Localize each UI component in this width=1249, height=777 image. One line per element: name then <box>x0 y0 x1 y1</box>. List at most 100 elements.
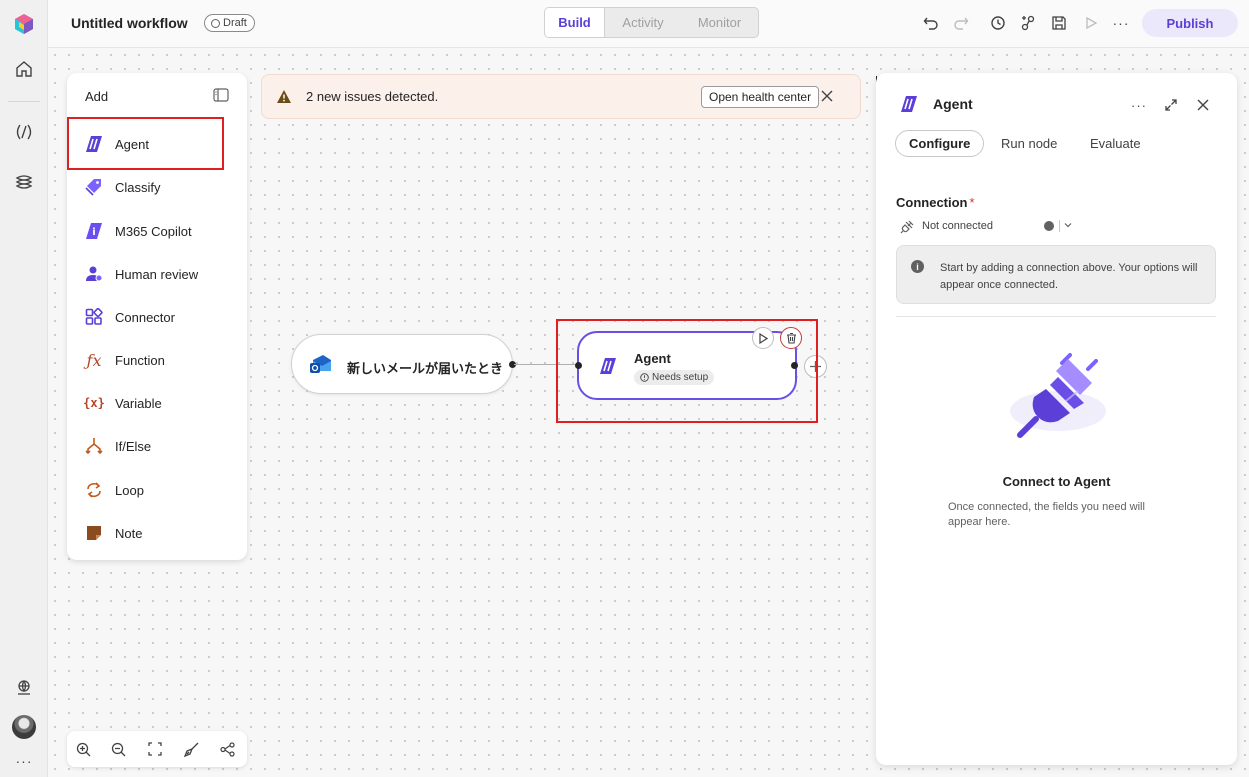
required-asterisk: * <box>969 195 975 210</box>
agent-output-port[interactable] <box>791 362 798 369</box>
add-item-if-else[interactable]: If/Else <box>85 431 235 461</box>
left-rail: ··· <box>0 0 48 777</box>
add-item-label: Classify <box>115 179 161 195</box>
more-icon[interactable]: ··· <box>1110 12 1132 34</box>
tab-run-node[interactable]: Run node <box>1001 130 1057 157</box>
loop-icon <box>85 481 103 499</box>
tab-monitor[interactable]: Monitor <box>681 8 758 37</box>
connections-icon[interactable] <box>1017 12 1039 34</box>
agent-icon <box>599 358 617 377</box>
add-item-label: Function <box>115 352 165 368</box>
plug-illustration-icon <box>1000 351 1110 454</box>
add-panel: Add Agent Classify i M365 Copilot Human … <box>67 73 247 560</box>
add-item-label: Connector <box>115 309 175 325</box>
add-item-label: If/Else <box>115 438 152 454</box>
empty-state-title: Connect to Agent <box>1002 474 1111 489</box>
add-item-label: Variable <box>115 395 162 411</box>
save-icon[interactable] <box>1048 12 1070 34</box>
home-icon[interactable] <box>8 53 40 85</box>
chevron-down-icon[interactable] <box>1063 218 1073 233</box>
zoom-out-icon[interactable] <box>109 740 127 758</box>
add-item-label: Human review <box>115 266 199 282</box>
avatar[interactable] <box>8 711 40 743</box>
add-item-label: Agent <box>115 136 149 152</box>
trigger-node-label: 新しいメールが届いたとき <box>347 361 504 376</box>
add-item-note[interactable]: Note <box>85 518 235 548</box>
close-icon[interactable] <box>820 89 834 106</box>
publish-button[interactable]: Publish <box>1142 9 1238 37</box>
info-icon: i <box>911 260 924 273</box>
layout-nodes-icon[interactable] <box>218 740 236 758</box>
add-item-connector[interactable]: Connector <box>85 302 235 332</box>
delete-node-icon[interactable] <box>780 327 802 349</box>
collapse-panel-icon[interactable] <box>213 88 229 105</box>
open-health-center-button[interactable]: Open health center <box>701 86 820 108</box>
draft-circle-icon <box>211 18 220 28</box>
workflow-title[interactable]: Untitled workflow <box>71 15 188 31</box>
app-logo-icon[interactable] <box>8 8 40 40</box>
tab-build[interactable]: Build <box>545 8 605 37</box>
agents-icon[interactable] <box>8 116 40 148</box>
empty-state-description: Once connected, the fields you need will… <box>948 501 1145 528</box>
tab-configure[interactable]: Configure <box>895 130 985 157</box>
top-bar: Untitled workflow Draft Build Activity M… <box>48 0 1249 48</box>
tidy-broom-icon[interactable] <box>182 740 200 758</box>
tab-activity[interactable]: Activity <box>605 8 681 37</box>
add-item-agent[interactable]: Agent <box>85 129 235 159</box>
history-icon[interactable] <box>987 12 1009 34</box>
variable-icon: {x} <box>83 396 105 410</box>
expand-icon[interactable] <box>1162 96 1180 114</box>
fit-view-icon[interactable] <box>146 740 164 758</box>
environment-icon[interactable] <box>8 672 40 704</box>
add-item-m365-copilot[interactable]: i M365 Copilot <box>85 216 235 246</box>
outlook-mail-icon <box>310 354 332 377</box>
note-icon <box>85 524 103 542</box>
agent-node[interactable]: Agent Needs setup <box>577 327 802 400</box>
function-fx-icon: ƒx <box>86 350 102 370</box>
add-panel-title: Add <box>85 89 109 104</box>
add-item-classify[interactable]: Classify <box>85 172 235 202</box>
agent-icon <box>85 135 103 153</box>
add-item-label: Loop <box>115 482 144 498</box>
redo-icon[interactable] <box>950 12 972 34</box>
view-switcher: Build Activity Monitor <box>544 7 759 38</box>
undo-icon[interactable] <box>920 12 942 34</box>
run-icon[interactable] <box>1080 12 1102 34</box>
knowledge-icon[interactable] <box>8 166 40 198</box>
field-separator <box>1059 220 1060 232</box>
input-port[interactable] <box>575 362 582 369</box>
properties-panel: Agent ··· Configure Run node Evaluate Co… <box>876 73 1237 765</box>
svg-text:i: i <box>92 227 95 238</box>
issues-banner: 2 new issues detected. Open health cente… <box>261 74 861 119</box>
trigger-node[interactable]: 新しいメールが届いたとき <box>291 334 513 394</box>
warning-icon <box>276 89 292 107</box>
plus-icon <box>810 361 821 372</box>
add-item-human-review[interactable]: Human review <box>85 259 235 289</box>
rail-divider <box>8 101 40 102</box>
add-item-variable[interactable]: {x} Variable <box>83 388 235 418</box>
branch-icon <box>85 437 103 455</box>
close-panel-icon[interactable] <box>1194 96 1212 114</box>
connection-value: Not connected <box>922 220 993 232</box>
tab-evaluate[interactable]: Evaluate <box>1090 130 1141 157</box>
status-badge-label: Draft <box>223 17 247 29</box>
add-item-function[interactable]: ƒx Function <box>85 345 235 375</box>
add-item-label: M365 Copilot <box>115 223 192 239</box>
run-node-icon[interactable] <box>752 327 774 349</box>
add-item-label: Note <box>115 525 143 541</box>
info-circle-icon <box>640 373 649 382</box>
add-item-loop[interactable]: Loop <box>85 475 235 505</box>
panel-more-icon[interactable]: ··· <box>1130 96 1148 114</box>
connection-label: Connection * <box>896 195 975 210</box>
connection-status-icon <box>1044 221 1054 231</box>
zoom-in-icon[interactable] <box>74 740 92 758</box>
info-message: Start by adding a connection above. Your… <box>940 262 1198 291</box>
connection-info-box: i Start by adding a connection above. Yo… <box>896 245 1216 304</box>
plug-disconnected-icon <box>900 220 914 233</box>
rail-more-icon[interactable]: ··· <box>8 745 40 777</box>
edge-connector <box>514 364 579 365</box>
agent-node-label: Agent <box>634 351 671 366</box>
human-review-icon <box>85 265 103 283</box>
add-next-node-button[interactable] <box>804 355 827 378</box>
canvas-toolbar <box>67 731 247 767</box>
